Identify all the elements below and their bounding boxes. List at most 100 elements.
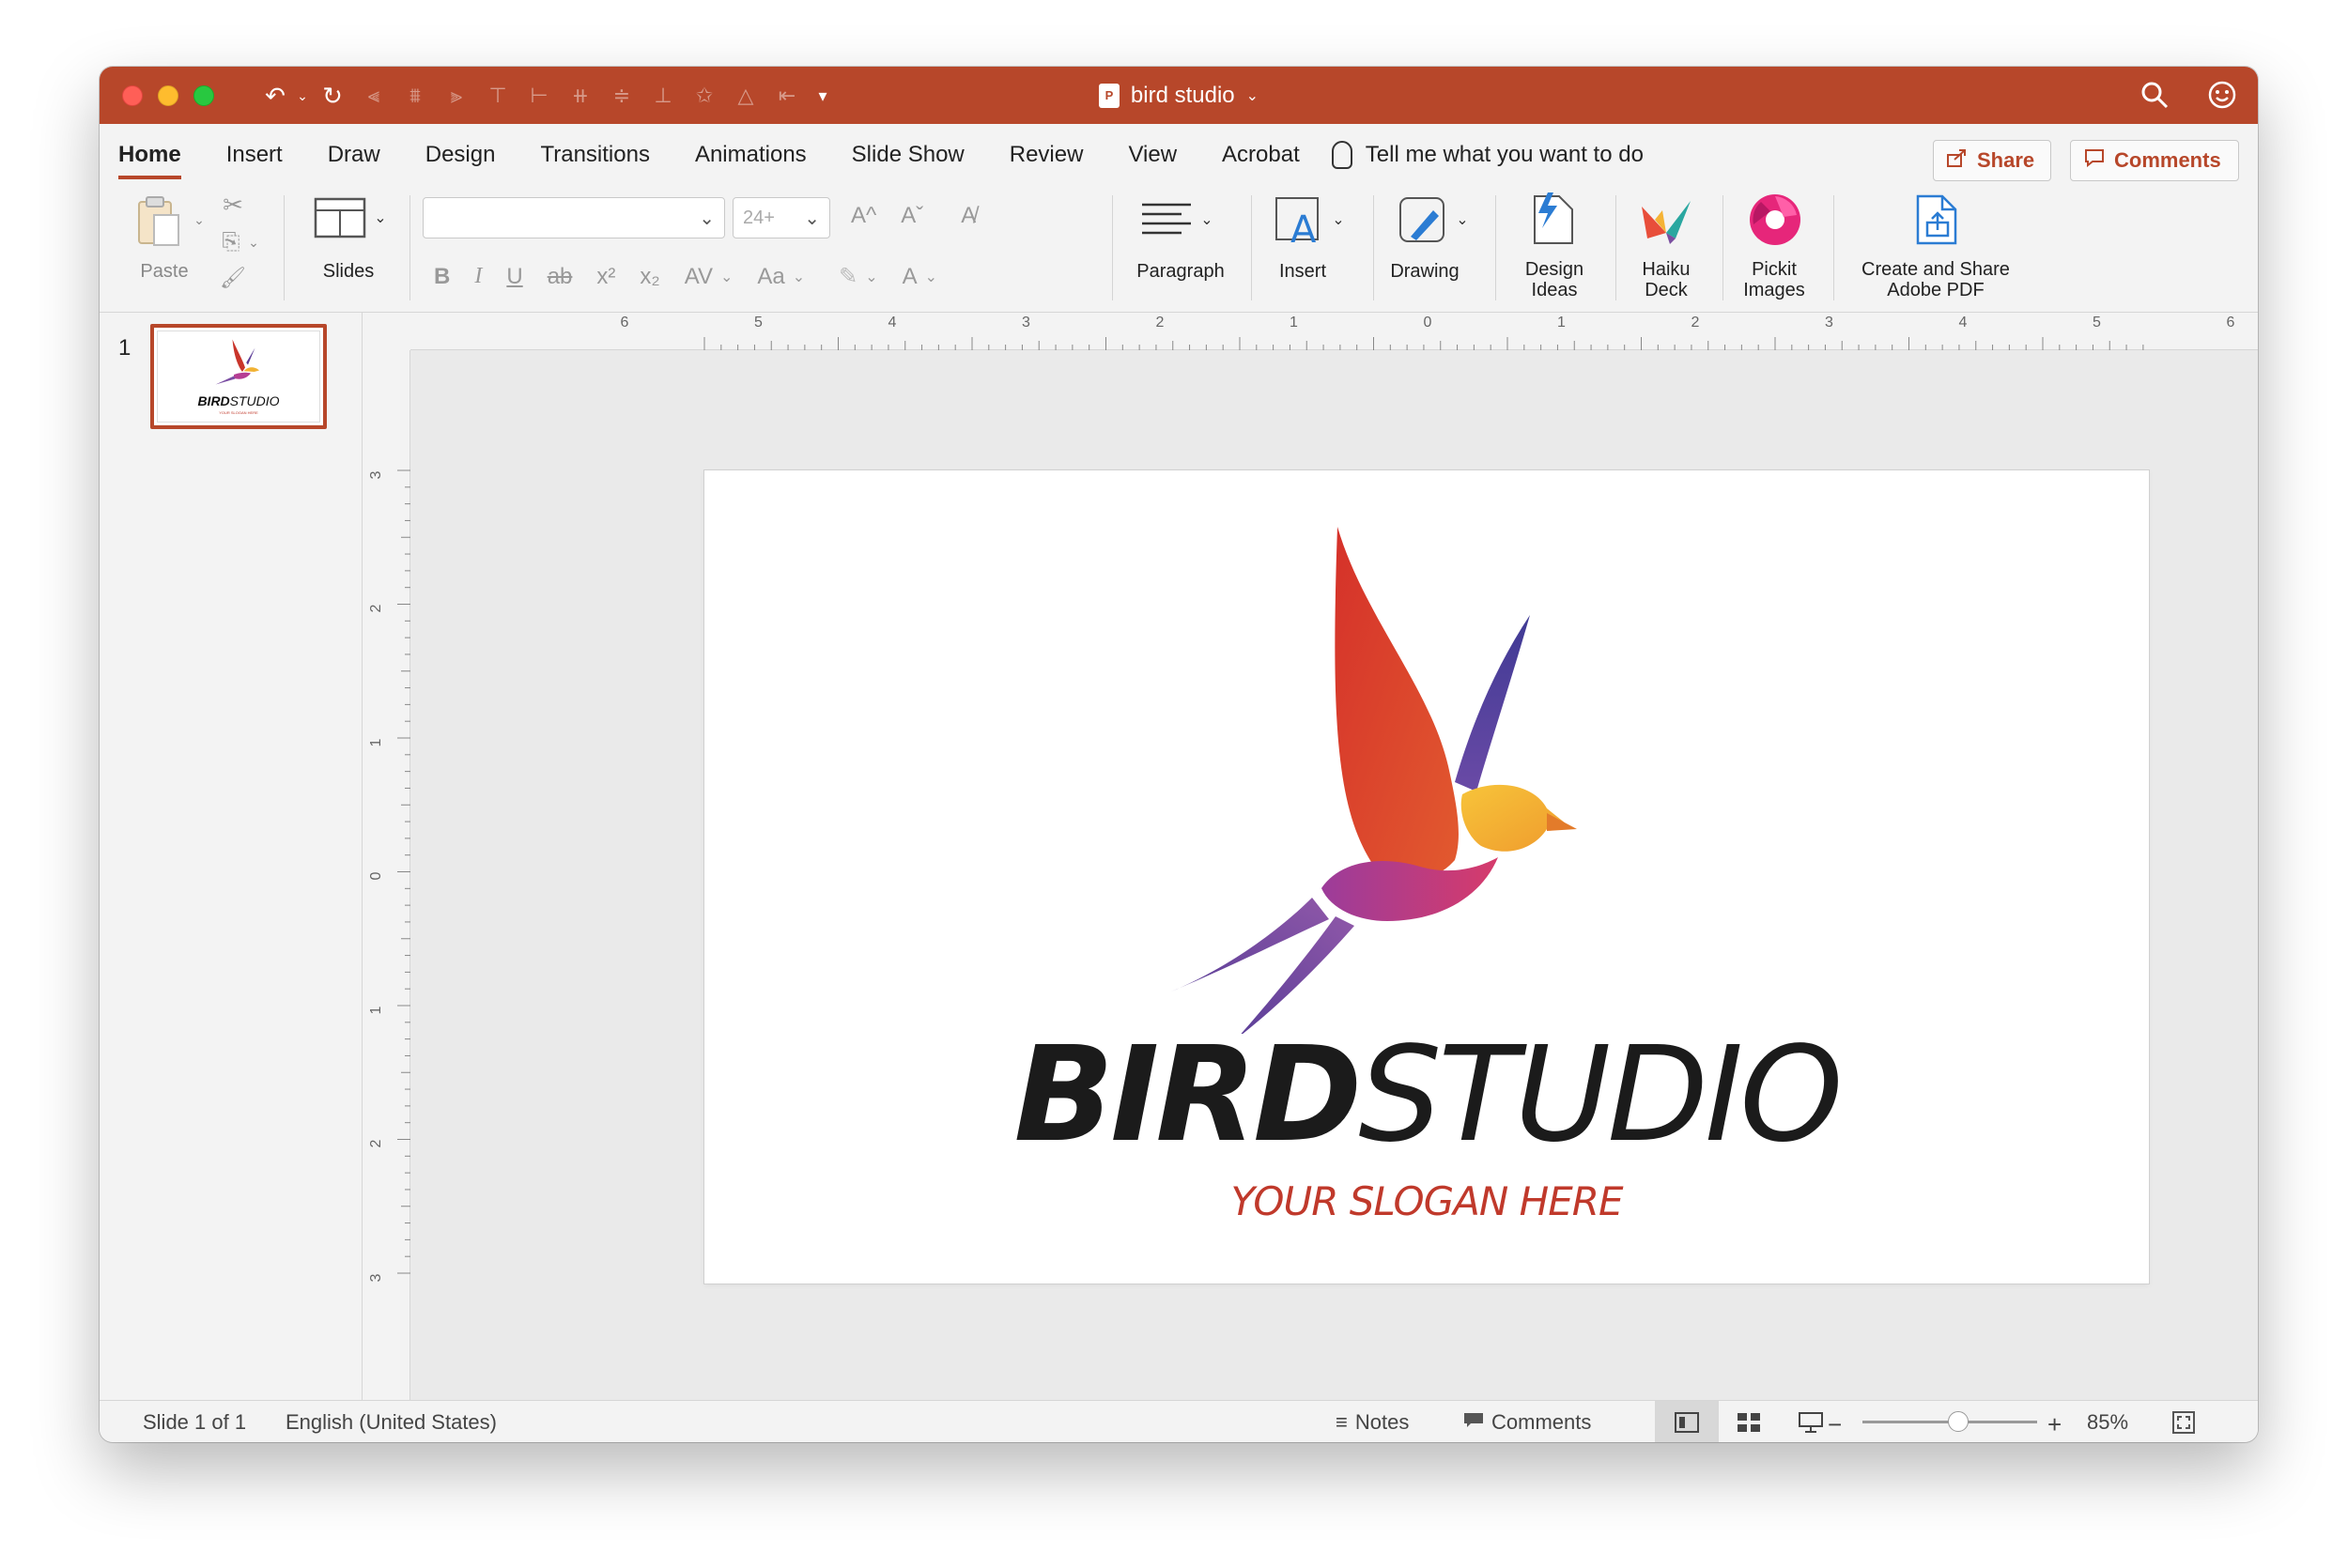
tab-transitions[interactable]: Transitions	[540, 134, 649, 176]
slide-layout-icon[interactable]	[312, 195, 368, 240]
ruler-label: 2	[1155, 315, 1165, 331]
slide-number: 1	[118, 335, 131, 361]
tab-draw[interactable]: Draw	[328, 134, 380, 176]
change-case-icon[interactable]: Aa	[757, 264, 784, 290]
slide-1[interactable]: BIRDSTUDIO YOUR SLOGAN HERE	[704, 470, 2149, 1284]
tab-insert[interactable]: Insert	[226, 134, 283, 176]
language-indicator[interactable]: English (United States)	[286, 1410, 497, 1435]
notes-toggle[interactable]: ≡ Notes	[1336, 1410, 1409, 1435]
adobe-pdf-label-2: Adobe PDF	[1887, 280, 1985, 300]
ribbon-separator	[1495, 195, 1496, 300]
share-label: Share	[1977, 148, 2035, 172]
thumbnail-brand-text: BIRDSTUDIO	[197, 393, 280, 408]
tab-review[interactable]: Review	[1010, 134, 1084, 176]
ruler-label: 5	[754, 315, 763, 331]
ruler-label: 1	[368, 1006, 384, 1014]
design-ideas-label-1: Design	[1524, 259, 1584, 280]
ruler-label: 3	[368, 1273, 384, 1282]
paste-dropdown-icon[interactable]: ⌄	[192, 210, 207, 229]
format-painter-icon[interactable]: 🖌	[218, 263, 248, 293]
font-size-combobox[interactable]: 24+ ⌄	[733, 197, 830, 238]
font-color-icon[interactable]: A	[903, 264, 918, 290]
cut-scissors-icon[interactable]: ✂	[218, 190, 248, 220]
fit-slide-button[interactable]	[2171, 1410, 2196, 1435]
tab-home[interactable]: Home	[118, 134, 181, 179]
design-ideas-group[interactable]: Design Ideas	[1503, 186, 1606, 313]
ribbon-separator	[284, 195, 285, 300]
tab-animations[interactable]: Animations	[695, 134, 807, 176]
document-title[interactable]: P bird studio ⌄	[100, 67, 2258, 124]
horizontal-ruler[interactable]: 6 5 4 3 2 1 0 1 2 3 4 5 6	[410, 313, 2258, 350]
highlight-pen-icon[interactable]: ✎	[839, 263, 857, 290]
bird-logo-icon[interactable]	[1171, 527, 1660, 1034]
chevron-down-icon[interactable]: ⌄	[720, 268, 733, 286]
smiley-feedback-icon[interactable]	[2205, 78, 2239, 112]
font-name-combobox[interactable]: ⌄	[423, 197, 725, 238]
brand-bold-text: BIRD	[1013, 1019, 1363, 1172]
italic-icon[interactable]: I	[474, 264, 482, 289]
character-spacing-icon[interactable]: AV	[685, 264, 713, 290]
tab-slide-show[interactable]: Slide Show	[852, 134, 965, 176]
haiku-deck-icon	[1638, 192, 1694, 248]
chevron-down-icon[interactable]: ⌄	[1454, 210, 1471, 229]
ribbon-separator	[1251, 195, 1252, 300]
comments-button[interactable]: Comments	[2070, 140, 2239, 181]
haiku-deck-group[interactable]: Haiku Deck	[1617, 186, 1715, 313]
search-icon[interactable]	[2138, 78, 2171, 112]
new-slide-dropdown-icon[interactable]: ⌄	[372, 208, 389, 227]
pickit-label-1: Pickit	[1752, 259, 1797, 280]
ruler-label: 6	[2226, 315, 2235, 331]
chevron-down-icon[interactable]: ⌄	[1330, 210, 1347, 229]
share-button[interactable]: Share	[1933, 140, 2051, 181]
slide-sorter-button[interactable]	[1717, 1401, 1781, 1442]
paste-icon[interactable]	[131, 193, 188, 250]
tab-acrobat[interactable]: Acrobat	[1222, 134, 1300, 176]
chevron-down-icon[interactable]: ⌄	[1198, 210, 1215, 229]
chevron-down-icon: ⌄	[1245, 87, 1259, 104]
brand-wordmark[interactable]: BIRDSTUDIO	[704, 1030, 2149, 1161]
drawing-shapes-icon[interactable]	[1396, 193, 1452, 250]
superscript-icon[interactable]: x²	[596, 264, 615, 290]
chevron-down-icon[interactable]: ⌄	[925, 268, 937, 286]
adobe-pdf-group[interactable]: Create and Share Adobe PDF	[1846, 186, 2025, 313]
zoom-percentage[interactable]: 85%	[2087, 1410, 2128, 1435]
copy-dropdown-icon[interactable]: ⌄	[246, 233, 261, 252]
zoom-out-button[interactable]: −	[1828, 1410, 1842, 1439]
slogan-text[interactable]: YOUR SLOGAN HERE	[704, 1178, 2149, 1224]
share-icon	[1947, 148, 1968, 173]
vertical-ruler[interactable]: 3 2 1 0 1 2 3	[363, 313, 410, 1400]
comment-bubble-icon	[1463, 1410, 1484, 1435]
tell-me-search[interactable]: Tell me what you want to do	[1331, 141, 1644, 169]
grow-font-icon[interactable]: A^	[851, 203, 876, 229]
normal-view-button[interactable]	[1655, 1401, 1719, 1442]
copy-icon[interactable]: ⎘	[216, 227, 246, 257]
strikethrough-icon[interactable]: ab	[548, 264, 573, 290]
powerpoint-window: ↶ ⌄ ↻ ⫷ ⩩ ⫸ ⊤ ⊢ ⧺ ≑ ⊥ ✩ △ ⇤ ▾ P bird stu…	[100, 67, 2258, 1442]
ruler-label: 0	[1423, 315, 1432, 331]
zoom-slider-knob[interactable]	[1948, 1411, 1970, 1432]
thumbnail-slogan-text: YOUR SLOGAN HERE	[219, 410, 258, 415]
bold-icon[interactable]: B	[434, 264, 450, 290]
tab-design[interactable]: Design	[425, 134, 496, 176]
comment-bubble-icon	[2084, 148, 2105, 173]
grid-view-icon	[1738, 1412, 1760, 1432]
design-ideas-label-2: Ideas	[1531, 280, 1578, 300]
zoom-in-button[interactable]: +	[2047, 1410, 2062, 1439]
pickit-images-group[interactable]: Pickit Images	[1724, 186, 1824, 313]
shrink-font-icon[interactable]: Aˇ	[901, 203, 923, 229]
insert-textbox-icon[interactable]: A	[1272, 193, 1328, 250]
chevron-down-icon[interactable]: ⌄	[865, 268, 877, 286]
underline-icon[interactable]: U	[506, 264, 522, 290]
slide-count-indicator: Slide 1 of 1	[143, 1410, 247, 1434]
status-bar: Slide 1 of 1 English (United States) ≡ N…	[100, 1400, 2258, 1442]
subscript-icon[interactable]: x₂	[640, 264, 659, 290]
clear-formatting-icon[interactable]: A̸	[961, 203, 976, 229]
chevron-down-icon[interactable]: ⌄	[793, 268, 805, 286]
ruler-label: 1	[1557, 315, 1566, 331]
slide-thumbnail-1[interactable]: BIRDSTUDIO YOUR SLOGAN HERE	[150, 324, 327, 429]
paragraph-align-icon[interactable]	[1138, 199, 1195, 240]
slide-editing-canvas[interactable]: 6 5 4 3 2 1 0 1 2 3 4 5 6 3 2 1 0 1 2 3	[363, 313, 2258, 1400]
comments-toggle[interactable]: Comments	[1463, 1410, 1591, 1435]
tab-view[interactable]: View	[1128, 134, 1177, 176]
ruler-label: 1	[1290, 315, 1298, 331]
